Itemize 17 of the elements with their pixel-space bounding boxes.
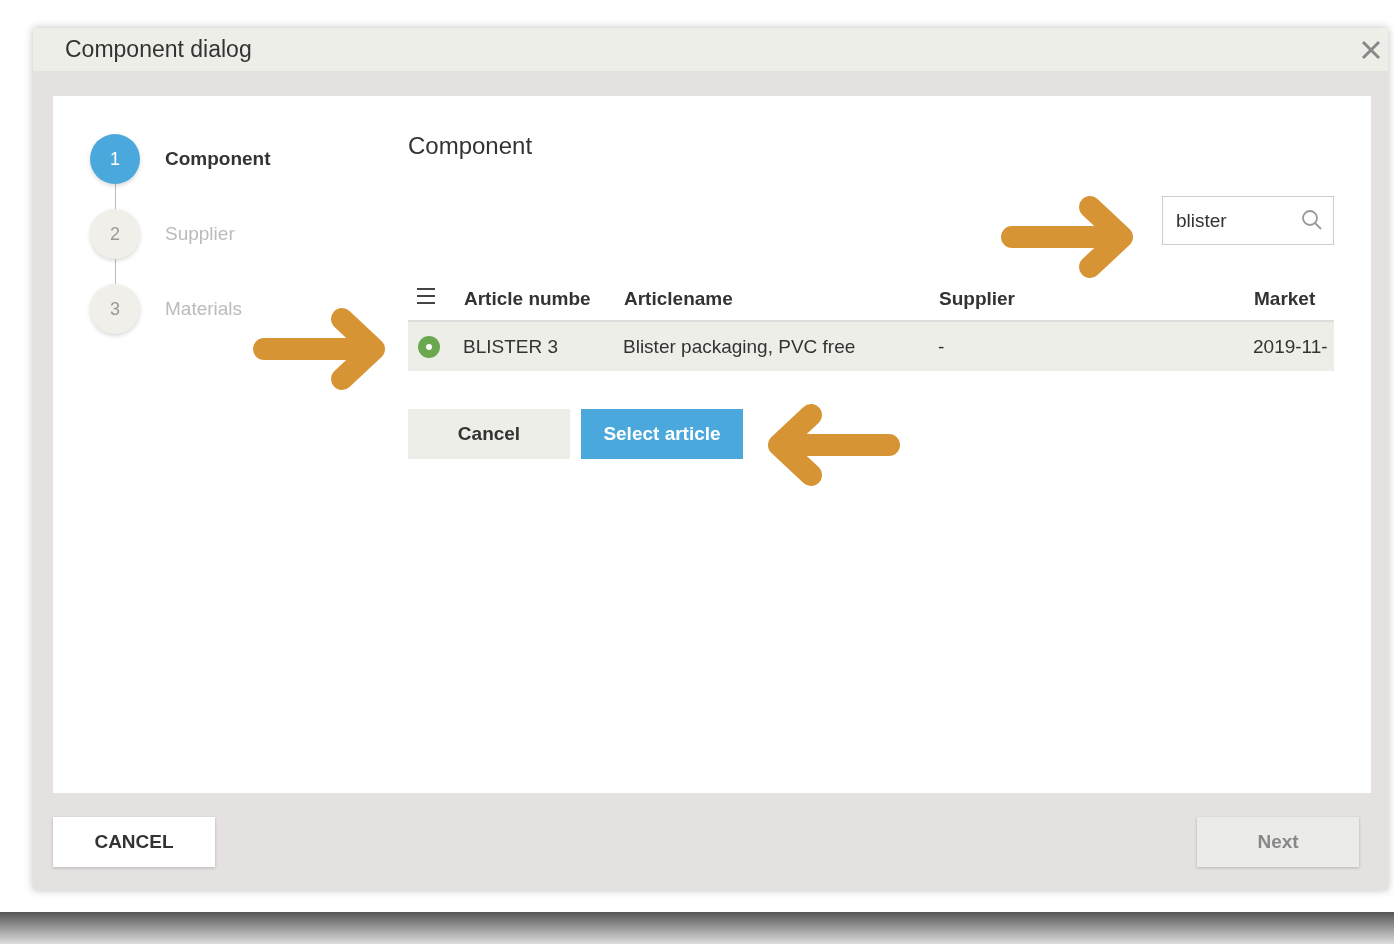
step-label[interactable]: Component bbox=[165, 148, 271, 170]
arrow-icon bbox=[1001, 196, 1133, 278]
table-cell[interactable]: - bbox=[938, 335, 945, 357]
close-icon[interactable] bbox=[1360, 38, 1382, 61]
cancel-button[interactable]: Cancel bbox=[408, 409, 570, 459]
column-header[interactable]: Market bbox=[1254, 288, 1316, 309]
column-header[interactable]: Supplier bbox=[939, 288, 1015, 309]
arrow-icon bbox=[768, 404, 900, 486]
section-title: Component bbox=[408, 132, 534, 160]
search-field[interactable]: blister bbox=[1162, 196, 1334, 245]
cancel-button[interactable]: CANCEL bbox=[53, 817, 215, 867]
search-icon[interactable] bbox=[1301, 209, 1323, 231]
arrow-icon bbox=[253, 308, 385, 390]
column-header[interactable]: Article numbe bbox=[464, 288, 591, 309]
window-title: Component dialog bbox=[65, 36, 252, 63]
column-header[interactable]: Articlename bbox=[624, 288, 733, 309]
menu-icon[interactable] bbox=[416, 287, 436, 305]
